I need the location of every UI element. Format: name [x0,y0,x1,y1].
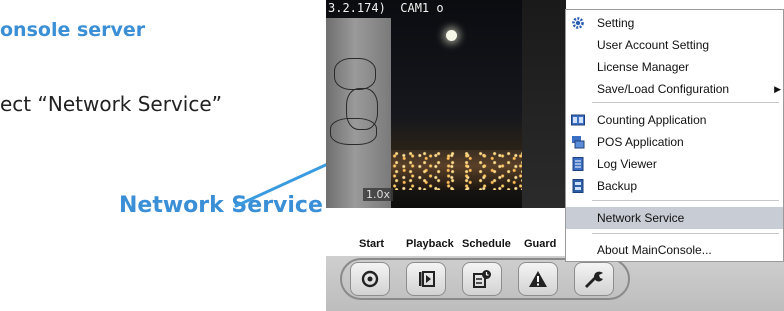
menu-item-label: Log Viewer [597,157,657,171]
menu-item-label: Setting [597,16,635,30]
toolbar [326,256,784,311]
play-icon [419,271,435,287]
submenu-arrow-icon: ▶ [774,84,781,94]
moon [446,30,457,41]
start-button[interactable] [350,262,390,296]
instruction-text: ect “Network Service” [0,92,223,116]
menu-item-label: Backup [597,179,638,193]
guard-button[interactable] [518,262,558,296]
menu-item-label: User Account Setting [597,38,710,52]
menu-separator [592,102,779,103]
camera-right-edge [522,0,566,208]
menu-item-counting-application[interactable]: Counting Application [566,109,783,131]
menu-separator [592,200,779,201]
schedule-button[interactable] [462,262,502,296]
toolbar-label-playback: Playback [406,238,454,250]
menu-item-pos-application[interactable]: POS Application [566,131,783,153]
camera-header: 3.2.174) CAM1 o [328,1,444,15]
toolbar-label-start: Start [359,238,385,250]
schedule-icon [473,270,491,288]
city-lights [391,150,522,190]
section-heading: onsole server [0,19,146,41]
backup-icon [572,179,584,193]
toolbar-label-guard: Guard [524,238,557,250]
warning-icon [529,271,547,287]
menu-item-label: POS Application [597,135,684,149]
menu-item-save-load-configuration[interactable]: Save/Load Configuration ▶ [566,78,783,100]
wrench-icon [585,271,603,288]
pos-icon [572,136,585,149]
callout-label: Network Service [119,193,323,218]
menu-item-label: License Manager [597,60,690,74]
context-menu: Setting User Account Setting License Man… [565,9,784,262]
zoom-badge: 1.0x [363,188,394,201]
menu-item-label: Counting Application [597,113,707,127]
menu-item-backup[interactable]: Backup [566,175,783,197]
counting-icon [571,114,585,126]
toolbar-labels: Start Playback Schedule Guard [326,238,566,254]
camera-foreground-structure [326,18,391,208]
tools-button[interactable] [574,262,614,296]
menu-item-user-account-setting[interactable]: User Account Setting [566,34,783,56]
playback-button[interactable] [406,262,446,296]
gear-icon [572,17,584,29]
log-icon [572,157,584,171]
menu-item-label: Save/Load Configuration [597,82,730,96]
record-icon [361,270,379,288]
menu-item-setting[interactable]: Setting [566,12,783,34]
menu-item-network-service[interactable]: Network Service [566,207,783,229]
menu-item-log-viewer[interactable]: Log Viewer [566,153,783,175]
camera-view[interactable]: 3.2.174) CAM1 o 1.0x [326,0,566,208]
menu-item-label: Network Service [597,211,685,225]
menu-item-about-mainconsole[interactable]: About MainConsole... [566,239,783,261]
menu-separator [592,233,779,234]
toolbar-label-schedule: Schedule [462,238,511,250]
menu-item-license-manager[interactable]: License Manager [566,56,783,78]
menu-item-label: About MainConsole... [597,243,712,257]
